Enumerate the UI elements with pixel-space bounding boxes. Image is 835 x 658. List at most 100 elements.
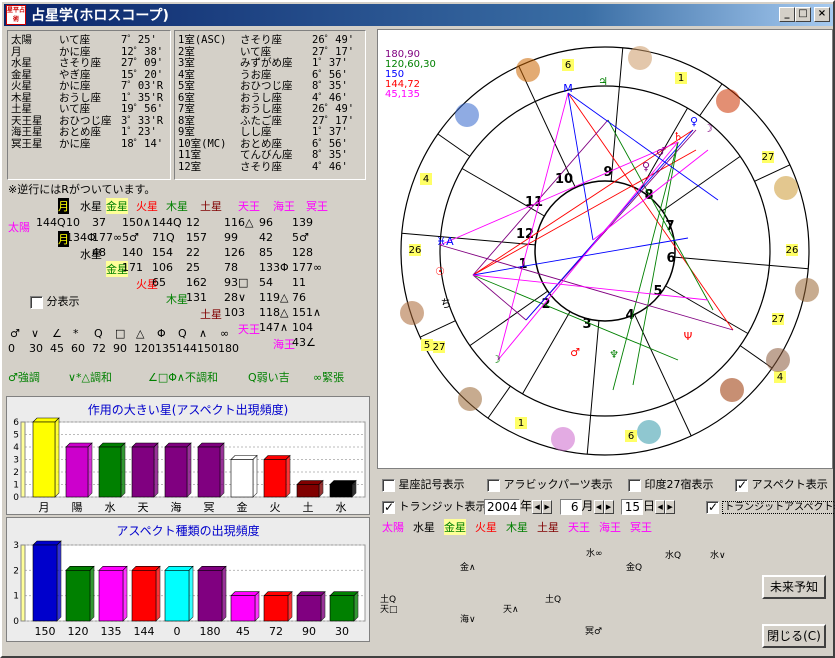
degree-label: 6 [565,60,571,71]
bar-top [263,455,291,460]
x-tick-label: 水 [105,501,116,514]
aspect-key-item: ♂強調 [8,371,40,384]
opt-arabic-parts[interactable]: アラビックパーツ表示 [487,476,613,492]
x-tick-label: 45 [236,625,250,638]
bar [329,484,353,498]
bar-top [131,566,161,571]
year-up[interactable]: ▶ [542,500,553,514]
house-degree: 27゜17' [312,45,355,58]
month-field[interactable]: 6 [559,499,582,515]
aspect-col-header: 火星 [136,200,158,213]
checkbox[interactable] [735,478,748,492]
bar-top [296,480,324,485]
bar [296,595,322,622]
aspect-cell: 131 [186,291,207,304]
degree-label: 6 [628,431,634,442]
close-window-button[interactable]: × [814,7,830,22]
bar-side [54,417,60,498]
house-degree: 27゜17' [312,114,355,127]
checkbox[interactable] [487,478,500,492]
zodiac-figure [400,301,424,325]
bar-top [98,442,126,448]
year-field[interactable]: 2004 [484,499,520,515]
house-number: 6 [666,251,675,266]
aspect-symbol: ♂ [10,327,20,340]
checkbox[interactable] [382,500,395,514]
aspect-cell: 140 [122,246,143,259]
opt-sign-symbols[interactable]: 星座記号表示 [382,476,465,492]
planet-glyph: ♆ [609,348,619,361]
bar [329,595,355,622]
opt-indian-27[interactable]: 印度27宿表示 [628,476,714,492]
split-display-checkbox[interactable]: 分表示 [30,293,80,309]
split-checkbox[interactable] [30,295,43,309]
bar-top [164,442,192,448]
aspect-cell: 71Q [152,231,175,244]
planet-degree: 1゜23' [121,126,157,138]
aspect-cell: 11 [292,276,306,289]
transit-planet: 天王 [568,521,590,534]
chart1-svg: 0 1 2 3 4 5 6 月 陽 水 天 海 冥 金 火 土 水 [13,417,366,514]
x-tick-label: 120 [68,625,89,638]
axis-bar [20,421,26,498]
aspect-row-label: 土星 [200,308,222,321]
x-tick-label: 金 [237,500,248,514]
opt-transit[interactable]: トランジット表示 [382,498,487,514]
aspect-cell: 104 [292,321,313,334]
split-label: 分表示 [46,295,80,308]
day-down[interactable]: ◀ [655,500,666,514]
aspect-cell: 177∞ [292,261,323,274]
planet-name: 太陽 [11,34,32,46]
maximize-button[interactable]: □ [795,7,811,22]
bar-side [320,590,326,622]
checkbox[interactable] [706,500,719,514]
zodiac-figure [551,427,575,451]
bar-side [122,565,128,622]
month-down[interactable]: ◀ [593,500,604,514]
year-down[interactable]: ◀ [532,500,543,514]
zodiac-figure [455,103,479,127]
aspect-cell: 78 [224,261,238,274]
transit-aspect-mark: 天□ [380,605,398,615]
checkbox[interactable] [628,478,641,492]
aspect-symbol: Φ [157,327,166,340]
degree-label: 27 [762,152,775,163]
day-up[interactable]: ▶ [665,500,676,514]
planet-sign: かに座 [59,80,91,92]
house-name: 7室 [178,103,195,115]
x-tick-label: 陽 [72,501,83,514]
close-button[interactable]: 閉じる(C) [762,624,826,648]
bar [164,446,188,498]
aspect-cell: 42 [259,231,273,244]
zodiac-figure [766,348,790,372]
month-up[interactable]: ▶ [603,500,614,514]
aspect-cell: 85 [259,246,273,259]
aspect-cell: 10 [66,216,80,229]
x-tick-label: 135 [101,625,122,638]
checkbox[interactable] [382,478,395,492]
bar-side [188,565,194,622]
aspect-degree: 150 [197,342,218,355]
planet-degree: 7゜03'R [121,80,164,92]
bar [98,570,124,622]
aspect-symbol: Q [178,327,187,340]
transit-aspect-mark: 水∞ [586,549,603,559]
planet-degree: 7゜25' [121,34,157,46]
house-degree: 1゜37' [312,126,348,138]
minimize-button[interactable]: _ [779,7,795,22]
transit-planet: 冥王 [630,521,652,534]
aspect-cell: 119△ [259,291,289,304]
future-prediction-button[interactable]: 未来予知 [762,575,826,599]
bar-top [65,566,95,571]
planet-degree: 12゜38' [121,45,164,58]
opt-transit-aspect[interactable]: トランジットアスペクト表示 [706,498,835,514]
transit-planet: 火星 [475,521,497,534]
y-tick-label: 6 [13,418,19,428]
aspect-cell: 118△ [259,306,289,319]
day-field[interactable]: 15 [621,499,644,515]
house-name: 5室 [178,80,195,92]
opt-aspect-display[interactable]: アスペクト表示 [735,476,828,492]
planet-list: 太陽 いて座 7゜25' 月かに座 12゜38' 水星 さそり座 27゜09' 金星 やぎ座 15゜… [11,34,164,150]
app-window: 星平占術 占星学(ホロスコープ) _ □ × 太陽 いて座 7゜25' 月かに座 12゜… [0,0,835,658]
degree-label: 27 [772,314,785,325]
